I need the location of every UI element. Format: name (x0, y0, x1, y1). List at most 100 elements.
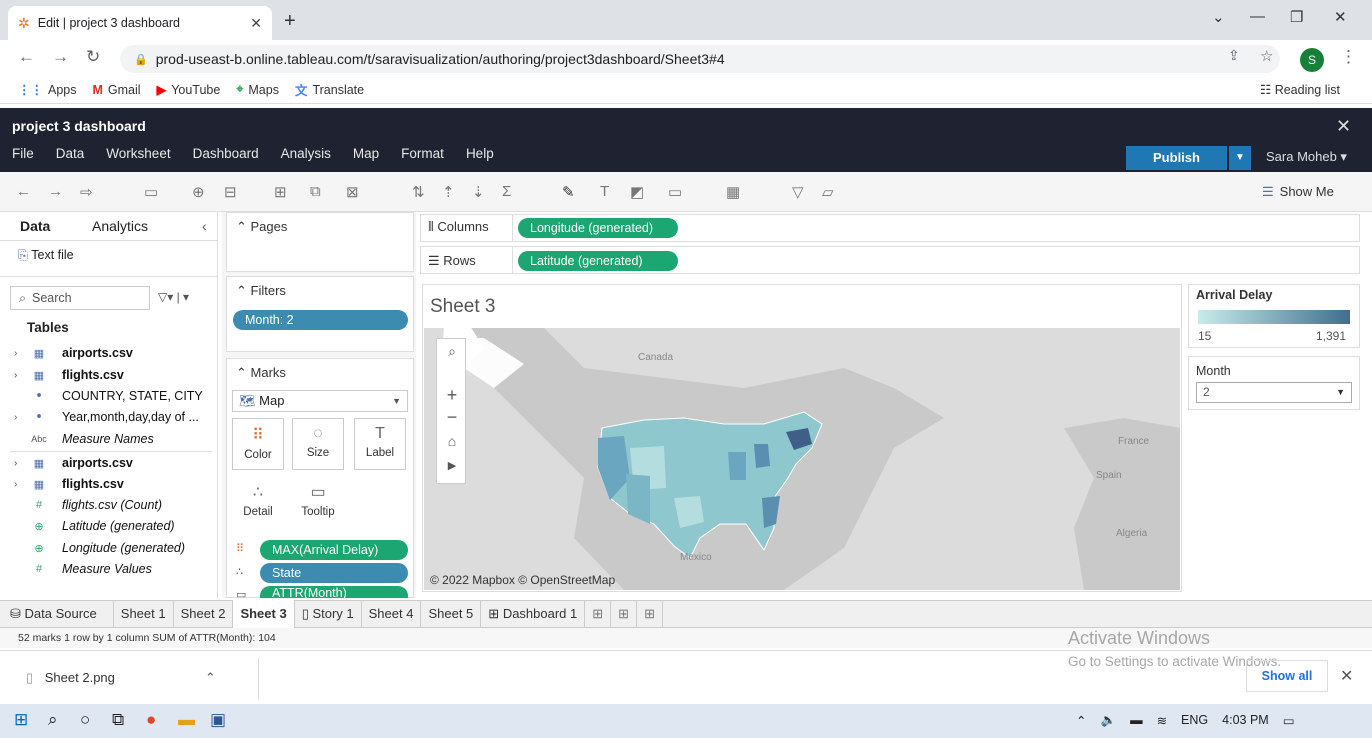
new-tab-icon[interactable]: + (284, 10, 296, 33)
field-item[interactable]: › ꔷ Year,month,day,day of ... (14, 410, 199, 424)
window-close-icon[interactable]: ✕ (1334, 8, 1347, 26)
bookmark-apps[interactable]: ⋮⋮ Apps (18, 82, 77, 98)
tab-sheet-1[interactable]: Sheet 1 (114, 600, 174, 628)
new-dashboard-icon[interactable]: ⊞ (611, 600, 638, 628)
color-button[interactable]: ⠿ Color (232, 418, 284, 470)
field-item[interactable]: › ▦ airports.csv (14, 456, 133, 470)
totals-icon[interactable]: Σ (502, 183, 511, 200)
tab-data[interactable]: Data (20, 218, 50, 234)
battery-icon[interactable]: ▬ (1130, 713, 1143, 728)
profile-avatar[interactable]: S (1300, 48, 1324, 72)
mark-pill-attr-month[interactable]: ATTR(Month) (260, 586, 408, 598)
bookmark-maps[interactable]: ⌖ Maps (236, 82, 279, 97)
clear-sheet-icon[interactable]: ⊠ (346, 183, 359, 201)
show-all-button[interactable]: Show all (1246, 660, 1328, 692)
field-item[interactable]: › ▦ airports.csv (14, 346, 133, 360)
bookmark-youtube[interactable]: ▶ YouTube (157, 82, 221, 98)
size-button[interactable]: ◌ Size (292, 418, 344, 470)
detail-button[interactable]: ∴ Detail (232, 476, 284, 528)
address-bar[interactable]: 🔒 prod-useast-b.online.tableau.com/t/sar… (120, 45, 1280, 73)
field-item[interactable]: › ▦ flights.csv (14, 368, 124, 382)
publish-button[interactable]: Publish (1126, 146, 1227, 170)
redo-icon[interactable]: → (48, 183, 63, 200)
tab-sheet-4[interactable]: Sheet 4 (362, 600, 422, 628)
menu-map[interactable]: Map (353, 146, 379, 161)
map-search-icon[interactable]: ⌕ (437, 343, 467, 360)
pause-updates-icon[interactable]: ⊟ (224, 183, 237, 201)
field-item[interactable]: # Measure Values (14, 562, 152, 576)
minimize-icon[interactable]: — (1250, 8, 1265, 25)
close-download-bar-icon[interactable]: ✕ (1340, 666, 1353, 686)
forward-icon[interactable]: → (52, 47, 69, 67)
menu-worksheet[interactable]: Worksheet (106, 146, 170, 161)
new-datasource-icon[interactable]: ⊕ (192, 183, 205, 201)
field-item[interactable]: ⊕ Longitude (generated) (14, 541, 185, 555)
menu-file[interactable]: File (12, 146, 34, 161)
chrome-icon[interactable]: ● (146, 710, 156, 730)
task-view-icon[interactable]: ⧉ (112, 710, 124, 730)
month-filter-select[interactable]: 2 ▼ (1196, 382, 1352, 403)
map-attribution[interactable]: © 2022 Mapbox © OpenStreetMap (430, 573, 615, 587)
cortana-icon[interactable]: ○ (80, 710, 90, 730)
word-icon[interactable]: ▣ (210, 710, 226, 730)
field-item[interactable]: ꔷ COUNTRY, STATE, CITY (14, 389, 202, 403)
labels-icon[interactable]: T (600, 183, 609, 200)
reload-icon[interactable]: ↻ (86, 47, 100, 67)
filter-fields-icon[interactable]: ▽▾ | ▾ (158, 290, 189, 304)
tab-story-1[interactable]: ▯ Story 1 (295, 600, 362, 628)
share-icon[interactable]: ⇪ (1228, 47, 1240, 64)
tab-dashboard-1[interactable]: ⊞ Dashboard 1 (481, 600, 586, 628)
tooltip-icon[interactable]: ▽ (792, 183, 804, 201)
bookmark-translate[interactable]: 文 Translate (295, 80, 364, 99)
user-menu[interactable]: Sara Moheb ▾ (1266, 149, 1347, 165)
field-item[interactable]: ⊕ Latitude (generated) (14, 519, 174, 533)
fit-icon[interactable]: ▭ (668, 183, 682, 201)
windows-start-icon[interactable]: ⊞ (14, 710, 28, 730)
sort-asc-icon[interactable]: ⇡ (442, 183, 455, 201)
browser-tab[interactable]: ✲ Edit | project 3 dashboard ✕ (8, 6, 272, 40)
bookmark-star-icon[interactable]: ☆ (1260, 47, 1273, 65)
pan-arrow-icon[interactable]: ▶ (437, 459, 467, 472)
highlight-icon[interactable]: ✎ (562, 183, 575, 201)
tab-analytics[interactable]: Analytics (92, 218, 148, 234)
save-icon[interactable]: ▭ (144, 183, 158, 201)
format-workbook-icon[interactable]: ◩ (630, 183, 644, 201)
tab-sheet-5[interactable]: Sheet 5 (421, 600, 482, 628)
datasource-item[interactable]: ⎘ Text file (18, 248, 74, 263)
field-item[interactable]: # flights.csv (Count) (14, 498, 162, 512)
presentation-icon[interactable]: ▱ (822, 183, 834, 201)
publish-dropdown-icon[interactable]: ▼ (1229, 146, 1251, 170)
tab-data-source[interactable]: ⛁ Data Source (0, 600, 114, 628)
undo-icon[interactable]: ← (16, 183, 31, 200)
menu-format[interactable]: Format (401, 146, 444, 161)
tab-sheet-3[interactable]: Sheet 3 (233, 600, 295, 628)
tray-chevron-icon[interactable]: ⌃ (1076, 713, 1086, 728)
new-worksheet-icon[interactable]: ⊞ (585, 600, 612, 628)
bookmark-gmail[interactable]: M Gmail (93, 83, 141, 97)
volume-icon[interactable]: 🔈 (1100, 713, 1116, 728)
tooltip-button[interactable]: ▭ Tooltip (292, 476, 344, 528)
mark-pill-arrival-delay[interactable]: MAX(Arrival Delay) (260, 540, 408, 560)
reading-list[interactable]: ☷ Reading list (1260, 82, 1340, 97)
new-sheet-icon[interactable]: ⊞ (274, 183, 287, 201)
tab-search-icon[interactable]: ⌄ (1212, 8, 1225, 26)
collapse-pane-icon[interactable]: ‹ (202, 218, 207, 234)
field-item[interactable]: › ▦ flights.csv (14, 477, 124, 491)
duplicate-sheet-icon[interactable]: ⧉ (310, 183, 321, 200)
notification-icon[interactable]: ▭ (1283, 713, 1295, 728)
columns-pill[interactable]: Longitude (generated) (518, 218, 678, 238)
search-input[interactable]: ⌕ Search (10, 286, 150, 310)
zoom-in-icon[interactable]: + (437, 385, 467, 406)
close-authoring-icon[interactable]: ✕ (1336, 116, 1351, 137)
mark-pill-state[interactable]: State (260, 563, 408, 583)
rows-pill[interactable]: Latitude (generated) (518, 251, 678, 271)
file-explorer-icon[interactable]: ▬ (178, 710, 195, 730)
search-icon[interactable]: ⌕ (48, 710, 58, 730)
menu-dashboard[interactable]: Dashboard (193, 146, 259, 161)
download-item[interactable]: ▯ Sheet 2.png ⌃ (26, 670, 216, 686)
menu-analysis[interactable]: Analysis (281, 146, 331, 161)
back-icon[interactable]: ← (18, 47, 35, 67)
show-cards-icon[interactable]: ▦ (726, 183, 740, 201)
field-item[interactable]: Abc Measure Names (14, 432, 153, 446)
replay-icon[interactable]: ⇨ (80, 183, 93, 201)
